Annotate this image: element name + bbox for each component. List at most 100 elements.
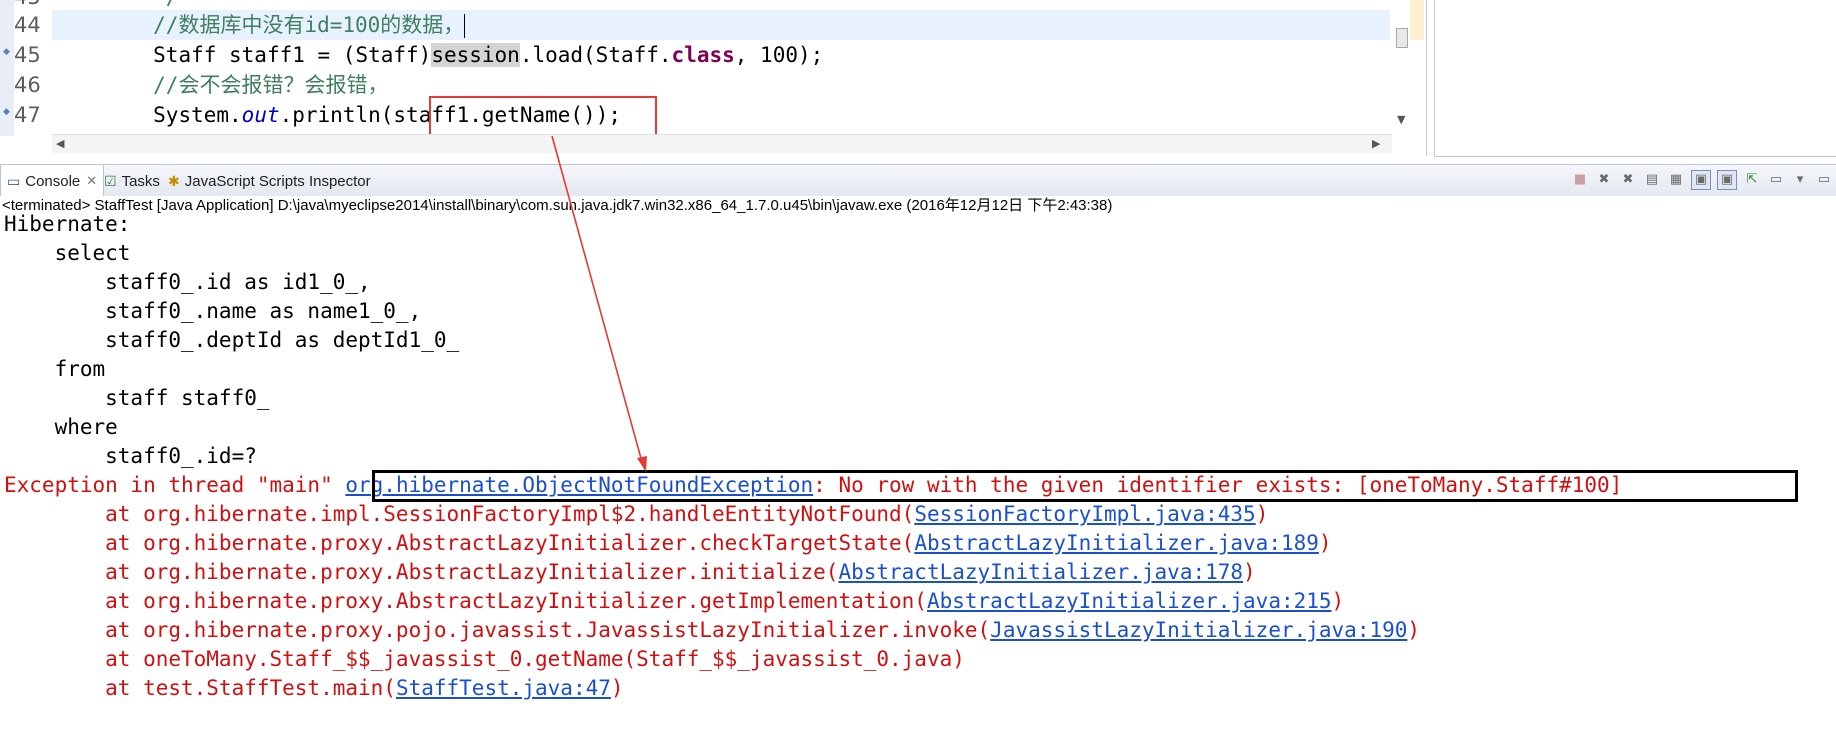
- sql-line: Hibernate:: [4, 212, 144, 236]
- clear-console-icon[interactable]: ▤: [1643, 171, 1661, 189]
- code-token: .println(: [279, 103, 394, 127]
- sql-line: select: [4, 241, 131, 265]
- code-editor[interactable]: ◆ ◆ 45 44 45 46 47 */ //数据库中没有id=100的数据，…: [0, 0, 1427, 156]
- stack-frame-link[interactable]: AbstractLazyInitializer.java:178: [838, 560, 1243, 584]
- sql-line: staff0_.id as id1_0_,: [4, 270, 371, 294]
- sql-line: staff staff0_: [4, 386, 283, 410]
- stack-frame: at org.hibernate.proxy.AbstractLazyIniti…: [4, 587, 1344, 616]
- code-token: .load(Staff.: [519, 43, 672, 67]
- sql-line: staff0_.deptId as deptId1_0_: [4, 328, 472, 352]
- code-comment: //数据库中没有id=100的数据，: [153, 13, 465, 37]
- annotation-ruler: ◆ ◆: [0, 0, 15, 136]
- overview-ruler-marker: [1410, 0, 1424, 40]
- stack-frame-end: ): [1331, 589, 1345, 613]
- console-icon: ▭: [7, 172, 21, 189]
- code-token: , 100);: [734, 43, 824, 67]
- code-comment: */: [153, 0, 178, 9]
- remove-all-icon[interactable]: ✖: [1619, 171, 1637, 189]
- stack-frame-link[interactable]: AbstractLazyInitializer.java:215: [927, 589, 1332, 613]
- show-on-error-icon[interactable]: ▣: [1717, 170, 1737, 190]
- line-number-gutter: 45 44 45 46 47: [14, 0, 52, 136]
- code-token: System.: [153, 103, 242, 127]
- code-token: Staff staff1 = (Staff): [153, 43, 432, 67]
- stack-frame-end: ): [1255, 502, 1269, 526]
- scroll-lock-icon[interactable]: ▦: [1667, 171, 1685, 189]
- stack-frame: at org.hibernate.proxy.pojo.javassist.Ja…: [4, 616, 1420, 645]
- tab-label: JavaScript Scripts Inspector: [184, 172, 371, 190]
- side-panel: [1434, 0, 1836, 157]
- scroll-right-arrow-icon[interactable]: ▶: [1372, 137, 1380, 150]
- stack-frame-link[interactable]: JavassistLazyInitializer.java:190: [990, 618, 1407, 642]
- annotation-box-red: [429, 96, 657, 136]
- stack-frame-end: ): [1243, 560, 1256, 584]
- tab-label: Console: [25, 172, 81, 190]
- scroll-left-arrow-icon[interactable]: ◀: [56, 137, 64, 150]
- tab-console[interactable]: ▭ Console ✕: [0, 165, 105, 197]
- stack-frame: at oneToMany.Staff_$$_javassist_0.getNam…: [4, 645, 965, 674]
- stack-frame-link[interactable]: AbstractLazyInitializer.java:189: [914, 531, 1319, 555]
- stack-frame-link[interactable]: SessionFactoryImpl.java:435: [914, 502, 1255, 526]
- tab-tasks[interactable]: ☑ Tasks: [104, 165, 160, 197]
- console-toolbar: ■ ✖ ✖ ▤ ▦ ▣ ▣ ⇱ ▭ ▾ ▭: [1568, 164, 1836, 196]
- code-line-current: //数据库中没有id=100的数据，: [52, 10, 1390, 40]
- line-number: 46: [14, 73, 41, 97]
- code-line: //会不会报错？会报错，: [52, 70, 388, 100]
- stack-frame-text: at org.hibernate.proxy.AbstractLazyIniti…: [4, 589, 927, 613]
- minimize-icon[interactable]: ▭: [1815, 171, 1833, 189]
- line-number: 47: [14, 103, 41, 127]
- stack-frame-end: ): [1407, 618, 1421, 642]
- stack-frame-text: at org.hibernate.impl.SessionFactoryImpl…: [4, 502, 915, 526]
- process-status: <terminated> StaffTest [Java Application…: [2, 197, 1113, 214]
- code-line: Staff staff1 = (Staff)session.load(Staff…: [52, 40, 823, 70]
- stack-frame-text: at test.StaffTest.main(: [4, 676, 396, 700]
- tasks-icon: ☑: [104, 172, 117, 189]
- override-marker-icon: ◆: [3, 47, 10, 57]
- line-number: 44: [14, 13, 41, 37]
- open-console-icon[interactable]: ▭: [1767, 171, 1785, 189]
- pin-console-icon[interactable]: ⇱: [1743, 171, 1761, 189]
- scroll-down-arrow-icon[interactable]: ▼: [1397, 113, 1405, 126]
- override-marker-icon: ◆: [3, 107, 10, 117]
- chevron-down-icon[interactable]: ▾: [1791, 171, 1809, 189]
- show-on-output-icon[interactable]: ▣: [1691, 170, 1711, 190]
- stack-frame: at test.StaffTest.main(StaffTest.java:47…: [4, 674, 624, 703]
- code-keyword: class: [671, 43, 735, 67]
- stack-frame: at org.hibernate.impl.SessionFactoryImpl…: [4, 500, 1268, 529]
- exception-prefix: Exception in thread "main": [4, 473, 346, 497]
- close-icon[interactable]: ✕: [86, 173, 97, 189]
- code-area[interactable]: */ //数据库中没有id=100的数据， Staff staff1 = (St…: [52, 0, 1390, 136]
- text-caret: [464, 14, 466, 38]
- stack-frame-text: at oneToMany.Staff_$$_javassist_0.getNam…: [4, 647, 965, 671]
- tab-javascript-inspector[interactable]: ✱ JavaScript Scripts Inspector: [168, 165, 371, 197]
- console-output[interactable]: <terminated> StaffTest [Java Application…: [0, 196, 1836, 732]
- console-tab-bar: ▭ Console ✕ ☑ Tasks ✱ JavaScript Scripts…: [0, 164, 1836, 198]
- stack-frame: at org.hibernate.proxy.AbstractLazyIniti…: [4, 558, 1256, 587]
- code-static-field: out: [241, 103, 280, 127]
- sql-line: where: [4, 415, 118, 439]
- stack-frame-text: at org.hibernate.proxy.AbstractLazyIniti…: [4, 560, 839, 584]
- stack-frame-end: ): [610, 676, 624, 700]
- terminate-icon[interactable]: ■: [1571, 171, 1589, 189]
- horizontal-scrollbar[interactable]: ◀ ▶: [52, 134, 1392, 153]
- tab-label: Tasks: [121, 172, 160, 190]
- code-comment: //会不会报错？会报错，: [153, 73, 389, 97]
- remove-launch-icon[interactable]: ✖: [1595, 171, 1613, 189]
- sql-line: staff0_.id=?: [4, 444, 257, 468]
- occurrence-highlight: session: [431, 43, 520, 67]
- stack-frame: at org.hibernate.proxy.AbstractLazyIniti…: [4, 529, 1332, 558]
- sql-line: staff0_.name as name1_0_,: [4, 299, 422, 323]
- stack-frame-end: ): [1318, 531, 1332, 555]
- js-inspector-icon: ✱: [168, 172, 180, 189]
- line-number: 45: [14, 43, 41, 67]
- vertical-scroll-thumb[interactable]: [1396, 28, 1408, 48]
- stack-frame-link[interactable]: StaffTest.java:47: [396, 676, 611, 700]
- stack-frame-text: at org.hibernate.proxy.AbstractLazyIniti…: [4, 531, 915, 555]
- sql-line: from: [4, 357, 106, 381]
- annotation-box-black: [372, 470, 1798, 502]
- stack-frame-text: at org.hibernate.proxy.pojo.javassist.Ja…: [4, 618, 991, 642]
